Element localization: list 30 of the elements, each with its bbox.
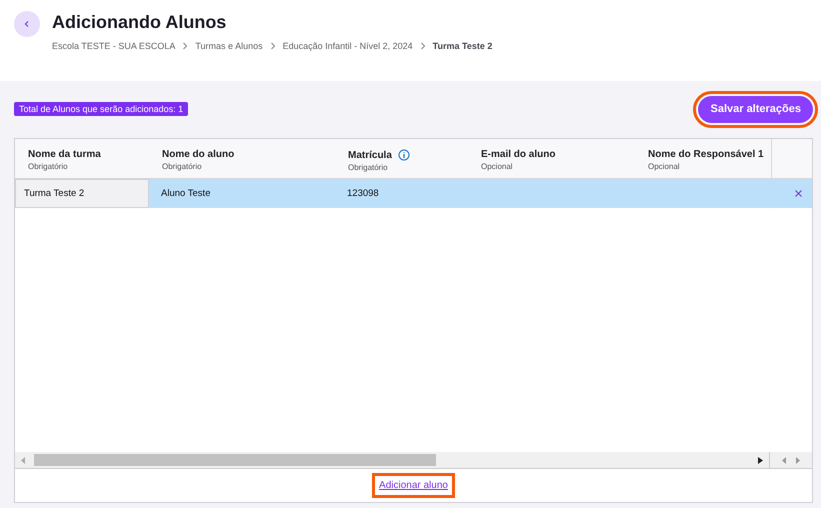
column-hint: Opcional: [481, 162, 514, 171]
breadcrumb-link[interactable]: Escola TESTE - SUA ESCOLA: [52, 41, 176, 51]
chevron-right-icon: [420, 42, 426, 50]
column-hint: Obrigatório: [348, 163, 389, 172]
page-title: Adicionando Alunos: [52, 11, 228, 33]
add-student-link[interactable]: Adicionar aluno: [372, 473, 455, 498]
breadcrumb-link[interactable]: Turma Teste 2: [432, 41, 492, 51]
close-icon[interactable]: [794, 189, 802, 198]
column-hint: Opcional: [648, 162, 681, 171]
column-header: Nome da turma: [28, 149, 101, 160]
table-cell: 123098: [347, 188, 379, 199]
chevron-right-icon: [270, 42, 276, 50]
chevron-left-icon: [23, 20, 31, 28]
column-header: Nome do aluno: [162, 149, 234, 160]
back-button[interactable]: [14, 11, 40, 37]
info-icon[interactable]: [398, 149, 410, 161]
column-hint: Obrigatório: [28, 162, 69, 171]
save-button[interactable]: Salvar alterações: [698, 96, 813, 122]
column-header: E-mail do aluno: [481, 149, 556, 160]
scroll-right-icon[interactable]: [758, 456, 763, 464]
column-header: Nome do Responsável 1: [648, 149, 764, 160]
scroll-left-icon[interactable]: [21, 456, 26, 464]
student-count-badge: Total de Alunos que serão adicionados: 1: [14, 102, 188, 116]
table-cell: Aluno Teste: [161, 188, 210, 199]
breadcrumb-link[interactable]: Educação Infantil - Nível 2, 2024: [282, 41, 413, 51]
table-cell: Turma Teste 2: [24, 188, 84, 199]
chevron-right-icon: [182, 42, 188, 50]
breadcrumb-link[interactable]: Turmas e Alunos: [195, 41, 263, 51]
column-header: Matrícula: [348, 150, 392, 160]
column-hint: Obrigatório: [162, 162, 203, 171]
